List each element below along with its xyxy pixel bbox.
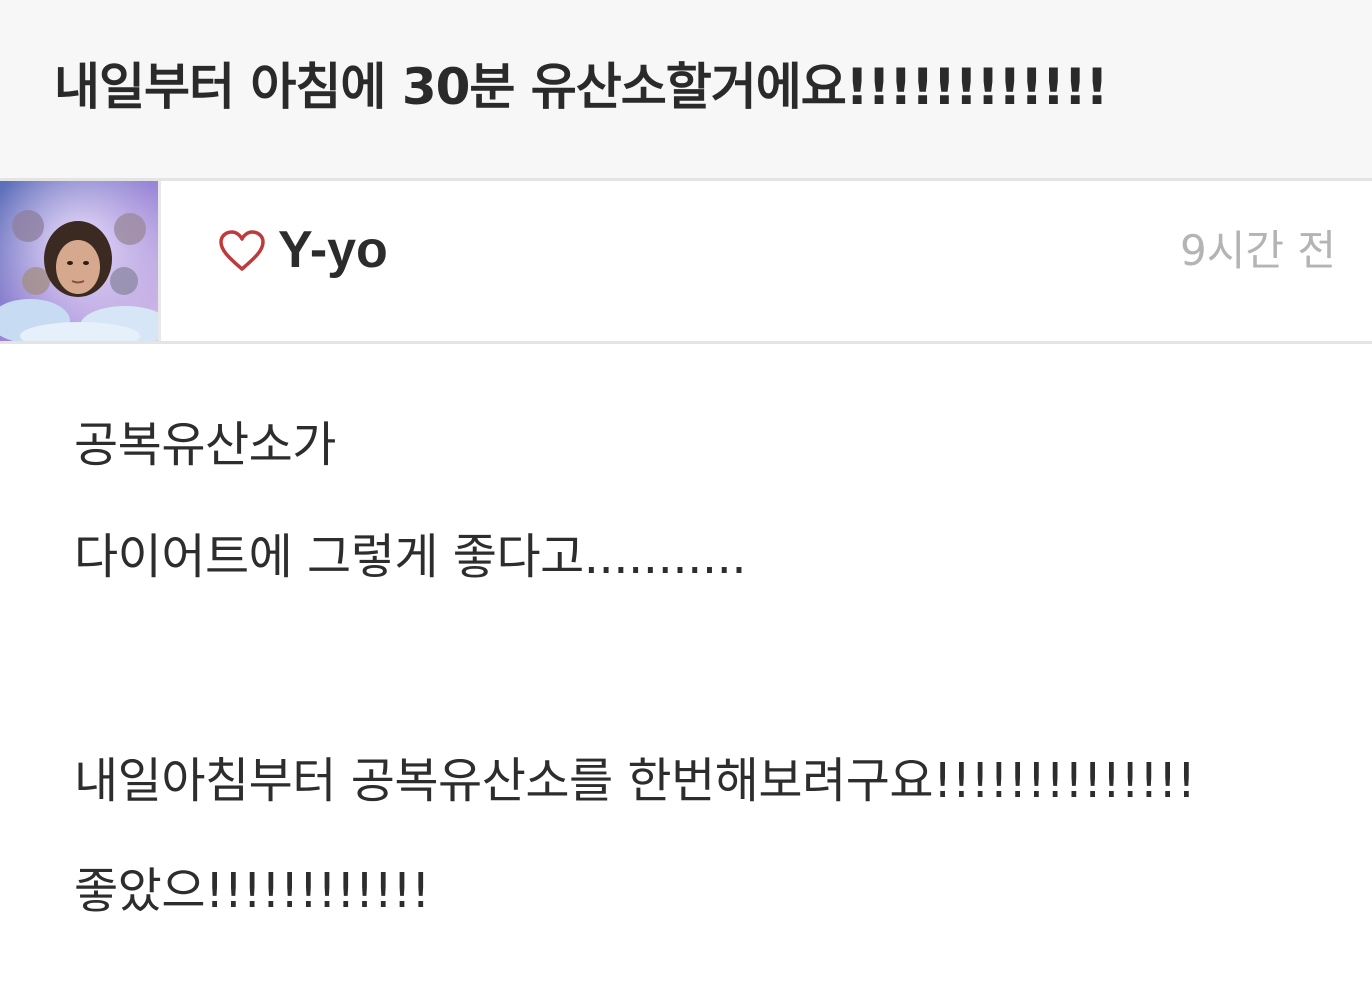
post-title: 내일부터 아침에 30분 유산소할거에요!!!!!!!!!!!! <box>54 58 1108 116</box>
avatar-image <box>0 181 158 341</box>
heart-icon[interactable] <box>218 229 266 273</box>
body-line: 공복유산소가 <box>74 417 336 473</box>
body-line: 좋았으!!!!!!!!!!!! <box>74 863 430 919</box>
body-line: 다이어트에 그렇게 좋다고........... <box>74 529 747 585</box>
author-name[interactable]: Y-yo <box>278 217 388 283</box>
body-line: 내일아침부터 공복유산소를 한번해보려구요!!!!!!!!!!!!!! <box>74 753 1196 809</box>
post-time: 9시간 전 <box>1180 226 1336 275</box>
avatar[interactable] <box>0 181 161 341</box>
post-header: 내일부터 아침에 30분 유산소할거에요!!!!!!!!!!!! <box>0 0 1372 181</box>
author-bar: Y-yo 9시간 전 <box>0 181 1372 344</box>
